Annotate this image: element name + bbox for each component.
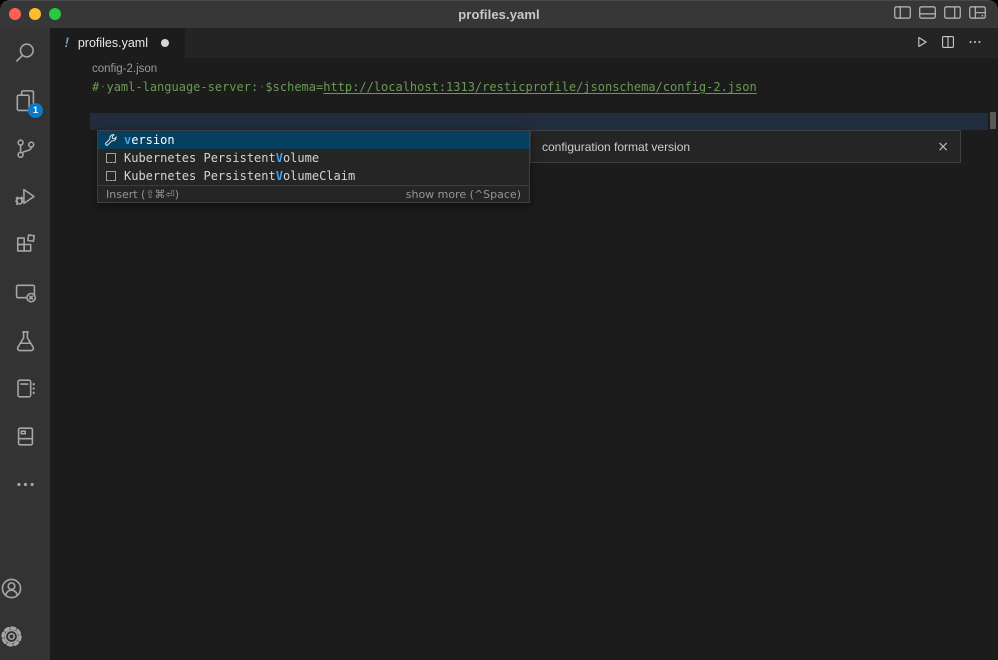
toggle-primary-sidebar-icon (894, 6, 911, 19)
code-line-empty (50, 96, 998, 113)
customize-layout-icon (969, 6, 986, 19)
close-window-button[interactable] (9, 8, 21, 20)
snippet-icon (106, 171, 116, 181)
search-icon (14, 41, 37, 64)
suggestion-item[interactable]: version (98, 131, 529, 149)
containers-icon (14, 425, 37, 448)
split-editor-button[interactable] (939, 34, 957, 52)
settings-icon (0, 625, 23, 648)
yaml-file-icon: ! (63, 36, 71, 51)
toggle-panel-icon (919, 6, 936, 19)
toggle-panel-button[interactable] (918, 6, 936, 22)
editor-content[interactable]: #·yaml-language-server:·$schema=http://l… (50, 79, 998, 130)
toggle-secondary-sidebar-button[interactable] (943, 6, 961, 22)
suggest-doc-panel: configuration format version × (530, 130, 961, 163)
traffic-lights (0, 8, 61, 20)
run-button[interactable] (912, 34, 930, 52)
activity-item-extensions[interactable] (0, 220, 50, 268)
more-views-icon (14, 473, 37, 496)
suggestion-label: Kubernetes PersistentVolumeClaim (124, 169, 355, 183)
tab-profiles-yaml[interactable]: ! profiles.yaml (50, 28, 185, 58)
run-icon (913, 34, 929, 50)
more-actions-button[interactable] (966, 34, 984, 52)
activity-item-notebook[interactable] (0, 364, 50, 412)
breadcrumb-item[interactable]: config-2.json (92, 63, 157, 75)
suggestion-item[interactable]: Kubernetes PersistentVolumeClaim (98, 167, 529, 185)
code-line-current: v (50, 113, 998, 130)
window-title: profiles.yaml (0, 7, 998, 22)
activity-item-source-control[interactable] (0, 124, 50, 172)
activity-item-remote-explorer[interactable] (0, 268, 50, 316)
property-kind-icon (101, 133, 120, 147)
suggest-doc-text: configuration format version (542, 140, 690, 154)
remote-explorer-icon (14, 281, 37, 304)
run-and-debug-icon (14, 185, 37, 208)
activity-item-explorer[interactable]: 1 (0, 76, 50, 124)
tab-bar: ! profiles.yaml (50, 28, 998, 58)
suggestion-label: version (124, 133, 175, 147)
layout-controls (893, 6, 998, 22)
suggestion-label: Kubernetes PersistentVolume (124, 151, 319, 165)
suggest-widget: version Kubernetes PersistentVolume Kubern… (97, 130, 530, 203)
activity-item-containers[interactable] (0, 412, 50, 460)
suggestion-list: version Kubernetes PersistentVolume Kubern… (98, 131, 529, 185)
zoom-window-button[interactable] (49, 8, 61, 20)
notebook-icon (14, 377, 37, 400)
toggle-primary-sidebar-button[interactable] (893, 6, 911, 22)
suggestion-item[interactable]: Kubernetes PersistentVolume (98, 149, 529, 167)
suggest-status-bar: Insert (⇧⌘⏎) show more (^Space) (98, 185, 529, 202)
split-editor-icon (940, 34, 956, 50)
activity-item-testing[interactable] (0, 316, 50, 364)
schema-url-link[interactable]: http://localhost:1313/resticprofile/json… (323, 80, 756, 94)
editor-actions (912, 28, 998, 58)
toggle-secondary-sidebar-icon (944, 6, 961, 19)
suggest-insert-hint: Insert (⇧⌘⏎) (106, 188, 179, 201)
activity-item-settings[interactable] (0, 612, 23, 660)
wrench-icon (104, 133, 118, 147)
source-control-icon (14, 137, 37, 160)
activity-item-accounts[interactable] (0, 564, 23, 612)
activity-badge: 1 (28, 103, 43, 118)
extensions-icon (14, 233, 37, 256)
accounts-icon (0, 577, 23, 600)
minimize-window-button[interactable] (29, 8, 41, 20)
activity-bar: 1 (0, 28, 50, 660)
code-line-comment: #·yaml-language-server:·$schema=http://l… (50, 79, 998, 96)
breadcrumb: config-2.json (50, 58, 998, 79)
code-comment: #·yaml-language-server:·$schema= (92, 80, 323, 94)
activity-item-run-and-debug[interactable] (0, 172, 50, 220)
close-icon[interactable]: × (937, 140, 949, 154)
suggest-show-more-hint[interactable]: show more (^Space) (406, 188, 521, 201)
window-titlebar: profiles.yaml (0, 0, 998, 28)
customize-layout-button[interactable] (968, 6, 986, 22)
more-actions-icon (967, 34, 983, 50)
snippet-kind-icon (101, 153, 120, 163)
editor-group: ! profiles.yaml config-2.json #·yaml-lan… (50, 28, 998, 660)
snippet-kind-icon (101, 171, 120, 181)
snippet-icon (106, 153, 116, 163)
activity-bar-bottom (0, 564, 50, 660)
overview-ruler-marker (990, 112, 996, 129)
modified-indicator (161, 39, 169, 47)
testing-icon (14, 329, 37, 352)
activity-item-search[interactable] (0, 28, 50, 76)
vscode-window: profiles.yaml 1 ! profiles.yaml config-2… (0, 0, 998, 660)
tab-label: profiles.yaml (78, 36, 148, 50)
activity-item-more-views[interactable] (0, 460, 50, 508)
